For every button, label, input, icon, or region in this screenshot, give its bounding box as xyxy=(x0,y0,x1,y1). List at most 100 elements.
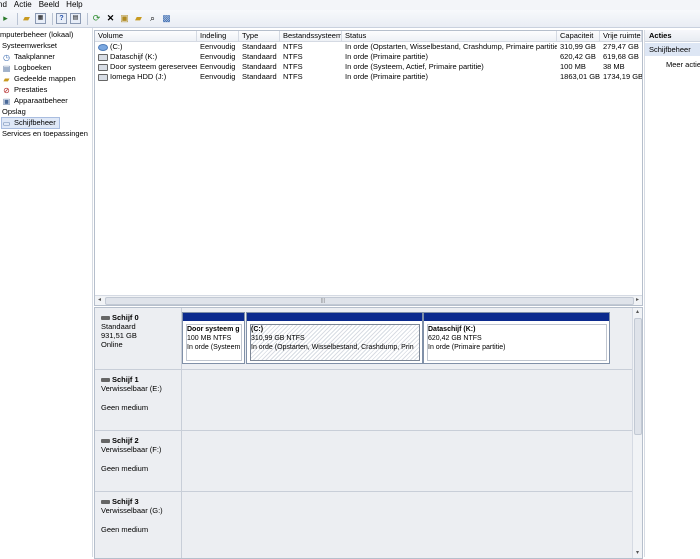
fs-cell: NTFS xyxy=(283,52,303,61)
disk-partitions: Door systeem g 100 MB NTFS In orde (Syst… xyxy=(182,308,632,369)
disk-icon xyxy=(101,500,110,505)
disk-partitions xyxy=(182,431,632,491)
tree-item-taakplanner[interactable]: ◷ Taakplanner xyxy=(2,52,55,62)
list-view-icon[interactable]: ▤ xyxy=(70,13,81,24)
horizontal-scrollbar[interactable]: ◂ ||| ▸ xyxy=(95,295,642,305)
partition-status: In orde (Opstarten, Wisselbestand, Crash… xyxy=(251,344,414,351)
column-header-type[interactable]: Type xyxy=(239,31,280,41)
partition-c[interactable]: (C:) 310,99 GB NTFS In orde (Opstarten, … xyxy=(246,312,423,364)
type-cell: Standaard xyxy=(242,72,277,81)
tree-item-label: Gedeelde mappen xyxy=(14,74,76,83)
tree-item-label: Apparaatbeheer xyxy=(14,96,68,105)
tree-item-gedeelde-mappen[interactable]: ▰ Gedeelde mappen xyxy=(2,74,76,84)
column-header-bestandssysteem[interactable]: Bestandssysteem xyxy=(280,31,342,41)
partition-size: 620,42 GB NTFS xyxy=(428,335,482,342)
volume-row[interactable]: Dataschijf (K:) Eenvoudig Standaard NTFS… xyxy=(95,52,642,62)
volume-row[interactable]: Door systeem gereserveerd Eenvoudig Stan… xyxy=(95,62,642,72)
volume-cell: Dataschijf (K:) xyxy=(95,52,197,62)
console-tree: mputerbeheer (lokaal) Systeemwerkset ◷ Ta… xyxy=(0,28,93,557)
disk-status: Geen medium xyxy=(101,403,149,412)
disk-size: 931,51 GB xyxy=(101,331,137,340)
volume-row[interactable]: Iomega HDD (J:) Eenvoudig Standaard NTFS… xyxy=(95,72,642,82)
disk-type: Verwisselbaar (E:) xyxy=(101,384,162,393)
capacity-cell: 310,99 GB xyxy=(560,42,596,51)
partition-k[interactable]: Dataschijf (K:) 620,42 GB NTFS In orde (… xyxy=(423,312,610,364)
tree-item-services[interactable]: Services en toepassingen xyxy=(2,129,88,139)
volume-list-header: Volume Indeling Type Bestandssysteem Sta… xyxy=(95,31,642,42)
column-header-volume[interactable]: Volume xyxy=(95,31,197,41)
scroll-left-icon[interactable]: ◂ xyxy=(95,296,104,305)
scroll-right-icon[interactable]: ▸ xyxy=(633,296,642,305)
partition-status: In orde (Systeem xyxy=(187,344,241,351)
tree-item-opslag[interactable]: Opslag xyxy=(2,107,26,117)
tree-item-computerbeheer[interactable]: mputerbeheer (lokaal) xyxy=(0,30,73,40)
folder-up-icon[interactable]: ▰ xyxy=(21,13,32,24)
disk-partitions xyxy=(182,370,632,430)
disk-partitions xyxy=(182,492,632,558)
partition-bar xyxy=(183,313,244,321)
disk-status: Geen medium xyxy=(101,464,149,473)
disk-row[interactable]: Schijf 1 Verwisselbaar (E:) Geen medium xyxy=(95,370,632,431)
disk-map: Schijf 0 Standaard 931,51 GB Online Door… xyxy=(94,307,643,559)
tree-item-logboeken[interactable]: ▤ Logboeken xyxy=(2,63,51,73)
status-cell: In orde (Systeem, Actief, Primaire parti… xyxy=(345,62,484,71)
volume-cell: (C:) xyxy=(95,42,197,52)
partition-system-reserved[interactable]: Door systeem g 100 MB NTFS In orde (Syst… xyxy=(182,312,245,364)
column-header-capaciteit[interactable]: Capaciteit xyxy=(557,31,600,41)
open-folder-icon[interactable]: ▰ xyxy=(133,13,144,24)
disk-label[interactable]: Schijf 3 Verwisselbaar (G:) Geen medium xyxy=(95,492,182,558)
disk-label[interactable]: Schijf 0 Standaard 931,51 GB Online xyxy=(95,308,182,369)
export-icon[interactable]: ▩ xyxy=(161,13,172,24)
tree-item-label: Systeemwerkset xyxy=(2,41,58,50)
menu-actie[interactable]: Actie xyxy=(14,0,39,10)
delete-icon[interactable]: ✕ xyxy=(105,13,116,24)
disk-row[interactable]: Schijf 0 Standaard 931,51 GB Online Door… xyxy=(95,308,632,370)
partition-size: 100 MB NTFS xyxy=(187,335,232,342)
disk-name: Schijf 2 xyxy=(101,436,139,445)
type-cell: Standaard xyxy=(242,42,277,51)
disk-label[interactable]: Schijf 1 Verwisselbaar (E:) Geen medium xyxy=(95,370,182,430)
tree-item-apparaatbeheer[interactable]: ▣ Apparaatbeheer xyxy=(2,96,68,106)
more-actions-link[interactable]: Meer acties xyxy=(666,60,700,70)
column-header-indeling[interactable]: Indeling xyxy=(197,31,239,41)
partition-name: (C:) xyxy=(251,326,264,333)
status-cell: In orde (Primaire partitie) xyxy=(345,52,428,61)
column-header-status[interactable]: Status xyxy=(342,31,557,41)
volume-cell: Iomega HDD (J:) xyxy=(95,72,197,82)
disk-row[interactable]: Schijf 3 Verwisselbaar (G:) Geen medium xyxy=(95,492,632,558)
search-icon[interactable]: ⌕ xyxy=(147,13,158,24)
column-header-vrije-ruimte[interactable]: Vrije ruimte xyxy=(600,31,642,41)
menu-help[interactable]: Help xyxy=(66,0,89,10)
scrollbar-thumb[interactable]: ||| xyxy=(105,297,634,305)
scroll-up-icon[interactable]: ▴ xyxy=(633,308,642,317)
partition-bar xyxy=(247,313,422,321)
tree-item-prestaties[interactable]: ⊘ Prestaties xyxy=(2,85,47,95)
capacity-cell: 100 MB xyxy=(560,62,586,71)
scrollbar-thumb[interactable] xyxy=(634,318,642,435)
partition-size: 310,99 GB NTFS xyxy=(251,335,305,342)
console-tree-icon[interactable]: ▦ xyxy=(35,13,46,24)
disk-name-text: Schijf 0 xyxy=(112,313,139,322)
tree-item-label: Schijfbeheer xyxy=(14,118,56,127)
toolbar-separator xyxy=(17,12,18,25)
status-cell: In orde (Opstarten, Wisselbestand, Crash… xyxy=(345,42,557,51)
help-icon[interactable]: ? xyxy=(56,13,67,24)
menu-beeld[interactable]: Beeld xyxy=(39,0,66,10)
volume-name: Door systeem gereserveerd xyxy=(110,62,197,71)
volume-icon xyxy=(98,73,108,81)
actions-section-schijfbeheer[interactable]: Schijfbeheer xyxy=(645,43,700,56)
refresh-icon[interactable]: ⟳ xyxy=(91,13,102,24)
tree-item-label: Prestaties xyxy=(14,85,48,94)
volume-row[interactable]: (C:) Eenvoudig Standaard NTFS In orde (O… xyxy=(95,42,642,52)
forward-arrow-icon[interactable]: ▸ xyxy=(0,13,11,24)
tree-item-schijfbeheer[interactable]: ▭ Schijfbeheer xyxy=(1,117,60,129)
disk-label[interactable]: Schijf 2 Verwisselbaar (F:) Geen medium xyxy=(95,431,182,491)
tree-item-systeemwerkset[interactable]: Systeemwerkset xyxy=(2,41,57,51)
disk-row[interactable]: Schijf 2 Verwisselbaar (F:) Geen medium xyxy=(95,431,632,492)
indeling-cell: Eenvoudig xyxy=(200,62,236,71)
disk-status: Online xyxy=(101,340,123,349)
vertical-scrollbar[interactable]: ▴ ▾ xyxy=(632,308,642,558)
tree-item-label: mputerbeheer (lokaal) xyxy=(0,30,74,39)
properties-icon[interactable]: ▣ xyxy=(119,13,130,24)
menu-file[interactable]: nd xyxy=(0,0,14,10)
